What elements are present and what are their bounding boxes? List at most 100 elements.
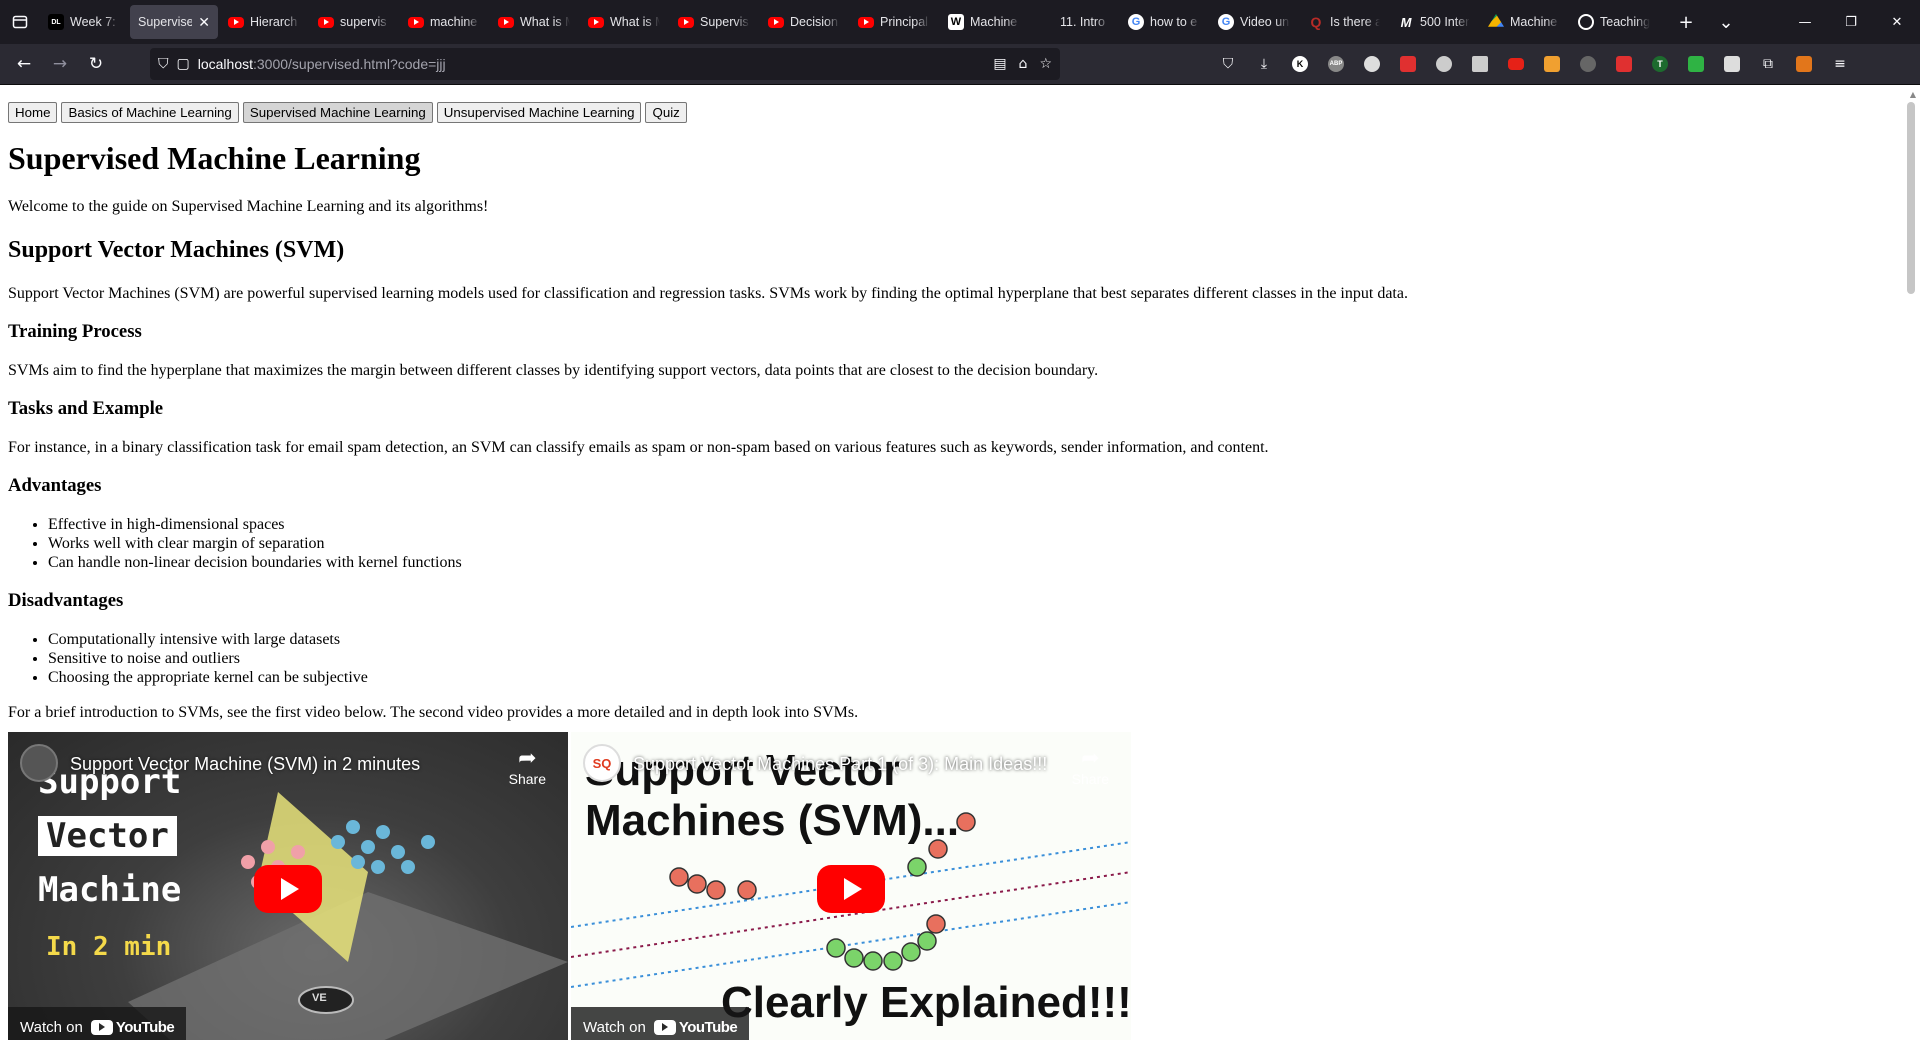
scrollbar-thumb[interactable] [1907, 102, 1915, 294]
extension-bars-button[interactable] [1462, 48, 1498, 80]
extension-red-button[interactable] [1390, 48, 1426, 80]
bars-icon [1472, 56, 1488, 72]
browser-tab[interactable]: G Video un [1210, 5, 1298, 39]
tasks-heading: Tasks and Example [8, 398, 164, 419]
home-icon[interactable]: ⌂ [1019, 56, 1028, 72]
pin-extension-icon [1616, 56, 1632, 72]
play-button[interactable] [817, 865, 885, 913]
shield-icon[interactable]: ⛉ [158, 56, 169, 72]
browser-tab[interactable]: Decision [760, 5, 848, 39]
restore-icon: ❐ [1845, 14, 1857, 30]
bookmark-star-icon[interactable]: ☆ [1039, 56, 1052, 72]
youtube-icon [408, 16, 424, 28]
channel-avatar[interactable]: SQ [583, 744, 621, 782]
extension-t-button[interactable]: T [1642, 48, 1678, 80]
video-title[interactable]: Support Vector Machine (SVM) in 2 minute… [70, 754, 420, 775]
browser-tab[interactable]: Ghow to e [1120, 5, 1208, 39]
pocket-icon: ⛉ [1222, 56, 1234, 72]
back-button[interactable]: ← [6, 48, 42, 80]
scroll-up-icon[interactable]: ▲ [1910, 90, 1916, 99]
video-embed-svm-part-1[interactable]: Support Vector Machines (SVM)... Clearly… [571, 732, 1131, 1040]
nav-button-basics-of-machine-learning[interactable]: Basics of Machine Learning [61, 102, 239, 123]
extension-globe-button[interactable] [1426, 48, 1462, 80]
forward-button[interactable]: → [42, 48, 78, 80]
downloads-button[interactable]: ⤓ [1246, 48, 1282, 80]
tab-title: how to e [1150, 15, 1198, 29]
video-embeds: Support Vector Machine In 2 min VE Suppo… [8, 732, 1894, 1040]
extensions-button[interactable]: ⧉ [1750, 48, 1786, 80]
thumb-text-duration: In 2 min [46, 932, 172, 962]
extension-green-button[interactable] [1678, 48, 1714, 80]
list-item: Computationally intensive with large dat… [48, 630, 1894, 649]
url-text[interactable]: localhost:3000/supervised.html?code=jjj [198, 56, 446, 72]
play-button[interactable] [254, 865, 322, 913]
extension-dark-button[interactable] [1354, 48, 1390, 80]
browser-tab[interactable]: What is M [580, 5, 668, 39]
google-drive-icon [1488, 14, 1504, 27]
browser-tab[interactable]: machine [400, 5, 488, 39]
nav-button-home[interactable]: Home [8, 102, 58, 123]
tab-title: Teaching [1600, 15, 1650, 29]
browser-tab[interactable]: What is M [490, 5, 578, 39]
nav-button-supervised-machine-learning[interactable]: Supervised Machine Learning [242, 102, 433, 123]
browser-tab[interactable]: Machine [1480, 5, 1568, 39]
dl-icon: DL [48, 14, 64, 30]
browser-tab[interactable]: Q Is there a [1300, 5, 1388, 39]
extension-pin-button[interactable] [1606, 48, 1642, 80]
browser-tab[interactable]: Supervise ✕ [130, 5, 218, 39]
training-text: SVMs aim to find the hyperplane that max… [8, 362, 1099, 379]
close-window-button[interactable]: ✕ [1874, 0, 1920, 44]
channel-avatar[interactable] [20, 744, 58, 782]
restore-button[interactable]: ❐ [1828, 0, 1874, 44]
globe-icon [1436, 56, 1452, 72]
extension-orange-button[interactable] [1534, 48, 1570, 80]
youtube-icon [768, 16, 784, 28]
pocket-button[interactable]: ⛉ [1210, 48, 1246, 80]
extension-speaker-button[interactable] [1570, 48, 1606, 80]
box-extension-icon [1724, 56, 1740, 72]
app-menu-button[interactable]: ≡ [1822, 48, 1858, 80]
reload-button[interactable]: ↻ [78, 48, 114, 80]
training-heading: Training Process [8, 321, 142, 342]
watch-on-youtube-button[interactable]: Watch on YouTube [8, 1007, 187, 1040]
browser-tab[interactable]: Teaching [1570, 5, 1658, 39]
watch-on-youtube-button[interactable]: Watch on YouTube [571, 1007, 750, 1040]
close-tab-icon[interactable]: ✕ [198, 14, 210, 31]
t-extension-icon: T [1652, 56, 1668, 72]
reader-view-icon[interactable]: ▤ [993, 56, 1006, 72]
page-info-icon[interactable]: ▢ [177, 56, 190, 72]
browser-tab[interactable]: Principal [850, 5, 938, 39]
hamburger-menu-icon: ≡ [1834, 56, 1846, 72]
browser-tab[interactable]: M 500 Inter [1390, 5, 1478, 39]
browser-tab[interactable]: supervis [310, 5, 398, 39]
url-bar[interactable]: ⛉ ▢ localhost:3000/supervised.html?code=… [150, 48, 1060, 80]
extension-k-button[interactable]: K [1282, 48, 1318, 80]
tab-title: Machine [970, 15, 1018, 29]
firefox-view-icon [12, 15, 28, 29]
browser-tab[interactable]: DL Week 7: I [40, 5, 128, 39]
youtube-icon [588, 16, 604, 28]
tab-title: Supervis [700, 15, 749, 29]
extension-box-button[interactable] [1714, 48, 1750, 80]
extension-fox-button[interactable] [1786, 48, 1822, 80]
tab-title: Machine [1510, 15, 1558, 29]
firefox-view-button[interactable] [0, 0, 40, 44]
browser-tab[interactable]: 11. Intro [1030, 5, 1118, 39]
share-button[interactable]: ➦ Share [1072, 746, 1109, 787]
extension-abp-button[interactable]: ABP [1318, 48, 1354, 80]
list-all-tabs-button[interactable]: ⌄ [1706, 0, 1746, 44]
browser-tab[interactable]: Supervis [670, 5, 758, 39]
minimize-button[interactable]: — [1782, 0, 1828, 44]
browser-tab[interactable]: Hierarch [220, 5, 308, 39]
nav-button-unsupervised-machine-learning[interactable]: Unsupervised Machine Learning [436, 102, 642, 123]
video-title[interactable]: Support Vector Machines Part 1 (of 3): M… [633, 754, 1047, 775]
browser-tab[interactable]: W Machine [940, 5, 1028, 39]
teaching-icon [1578, 14, 1594, 30]
share-button[interactable]: ➦ Share [509, 746, 546, 787]
minimize-icon: — [1798, 14, 1812, 30]
extension-yt-button[interactable] [1498, 48, 1534, 80]
video-embed-svm-2-minutes[interactable]: Support Vector Machine In 2 min VE Suppo… [8, 732, 568, 1040]
intro-text: Welcome to the guide on Supervised Machi… [8, 198, 489, 215]
new-tab-button[interactable]: + [1666, 0, 1706, 44]
nav-button-quiz[interactable]: Quiz [645, 102, 687, 123]
